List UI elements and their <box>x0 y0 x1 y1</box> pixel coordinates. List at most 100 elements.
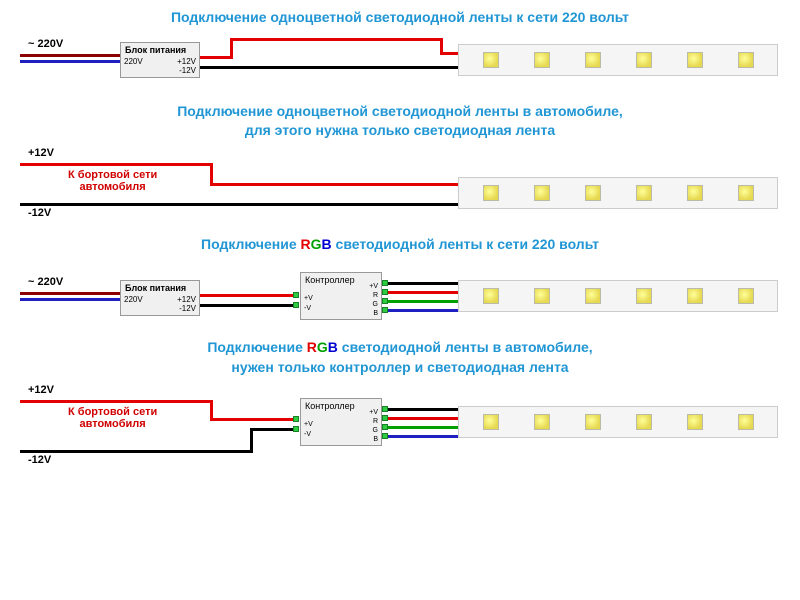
ctrl-out-g-4: G <box>373 427 378 434</box>
t3-g: G <box>311 236 322 252</box>
diagram-3: ~ 220V Блок питания 220V +12V -12V Контр… <box>20 260 780 330</box>
wire-rgb-b-4 <box>388 435 460 438</box>
led-chip <box>585 414 601 430</box>
wire-ac-neutral-3 <box>20 298 120 301</box>
label-plus12: +12V <box>28 147 54 159</box>
controller-4: Контроллер +V -V +V R G B <box>300 398 382 446</box>
psu-out1-3: +12V <box>177 295 196 304</box>
label-220v-3: ~ 220V <box>28 276 63 288</box>
label-plus12-4: +12V <box>28 384 54 396</box>
psu-out-minus: -12V <box>179 66 196 75</box>
led-strip-4 <box>458 406 778 438</box>
wire-dc-plus-3 <box>200 294 295 297</box>
led-chip <box>738 185 754 201</box>
psu-out-plus: +12V <box>177 57 196 66</box>
title-3: Подключение RGB светодиодной ленты к сет… <box>0 227 800 261</box>
wire-plus12-4c <box>210 418 295 421</box>
wire-rgb-v-4 <box>388 408 460 411</box>
wire-rgb-b <box>388 309 460 312</box>
wire-minus12-4b <box>250 428 253 453</box>
t4-suf: светодиодной ленты в автомобиле, <box>338 339 593 355</box>
wire-ac-live <box>20 54 120 57</box>
wire-dc-minus-3 <box>200 304 295 307</box>
term-in-plus <box>293 292 299 298</box>
wire-rgb-r-4 <box>388 417 460 420</box>
term-in-plus-4 <box>293 416 299 422</box>
wire-plus12-car-b <box>210 163 213 185</box>
led-chip <box>687 288 703 304</box>
t3-suf: светодиодной ленты к сети 220 вольт <box>332 236 599 252</box>
psu-title-3: Блок питания <box>125 283 195 293</box>
ctrl-in-plus-4: +V <box>304 421 313 428</box>
t4-b: B <box>328 339 338 355</box>
wire-ac-live-3 <box>20 292 120 295</box>
wire-minus12 <box>200 66 460 69</box>
car-net-l2: автомобиля <box>79 181 145 193</box>
t4-line2: нужен только контроллер и светодиодная л… <box>231 359 568 375</box>
wire-rgb-r <box>388 291 460 294</box>
wire-plus12-4a <box>20 400 210 403</box>
term-in-minus <box>293 302 299 308</box>
ctrl-in-plus: +V <box>304 295 313 302</box>
ctrl-in-minus-4: -V <box>304 431 311 438</box>
t3-b: B <box>322 236 332 252</box>
led-chip <box>585 52 601 68</box>
led-chip <box>483 52 499 68</box>
title-2-line1: Подключение одноцветной светодиодной лен… <box>177 103 623 119</box>
psu-block-3: Блок питания 220V +12V -12V <box>120 280 200 316</box>
wire-plus12-b <box>230 38 233 59</box>
led-chip <box>585 288 601 304</box>
car-net-4-l2: автомобиля <box>79 418 145 430</box>
label-car-net: К бортовой сети автомобиля <box>68 169 157 193</box>
led-chip <box>738 288 754 304</box>
ctrl-out-b-4: B <box>373 436 378 443</box>
wire-rgb-g-4 <box>388 426 460 429</box>
t3-r: R <box>301 236 311 252</box>
car-net-4-l1: К бортовой сети <box>68 406 157 418</box>
led-chip <box>687 414 703 430</box>
wire-rgb-v <box>388 282 460 285</box>
wire-plus12-c <box>230 38 440 41</box>
ctrl-out-r-4: R <box>373 418 378 425</box>
car-net-l1: К бортовой сети <box>68 169 157 181</box>
label-220v: ~ 220V <box>28 38 63 50</box>
label-car-net-4: К бортовой сети автомобиля <box>68 406 157 430</box>
psu-in-3: 220V <box>124 295 143 304</box>
title-2-line2: для этого нужна только светодиодная лент… <box>245 122 555 138</box>
ctrl-out-g: G <box>373 301 378 308</box>
led-chip <box>534 52 550 68</box>
wire-minus12-4a <box>20 450 250 453</box>
led-chip <box>738 52 754 68</box>
led-chip <box>483 185 499 201</box>
t4-pre: Подключение <box>207 339 306 355</box>
wire-rgb-g <box>388 300 460 303</box>
wire-plus12-a <box>200 56 230 59</box>
psu-out2-3: -12V <box>179 304 196 313</box>
led-chip <box>483 414 499 430</box>
psu-in-label: 220V <box>124 57 143 66</box>
wire-plus12-4b <box>210 400 213 420</box>
title-4: Подключение RGB светодиодной ленты в авт… <box>0 330 800 383</box>
t4-g: G <box>317 339 328 355</box>
wire-ac-neutral <box>20 60 120 63</box>
led-strip-1 <box>458 44 778 76</box>
wire-plus12-car-a <box>20 163 210 166</box>
diagram-1: ~ 220V Блок питания 220V +12V -12V <box>20 34 780 94</box>
label-minus12-4: -12V <box>28 454 51 466</box>
led-chip <box>636 414 652 430</box>
led-chip <box>687 185 703 201</box>
controller-3: Контроллер +V -V +V R G B <box>300 272 382 320</box>
title-1: Подключение одноцветной светодиодной лен… <box>0 0 800 34</box>
led-chip <box>636 52 652 68</box>
led-chip <box>636 185 652 201</box>
ctrl-in-minus: -V <box>304 305 311 312</box>
psu-title: Блок питания <box>125 45 195 55</box>
diagram-2: +12V К бортовой сети автомобиля -12V <box>20 147 780 227</box>
led-chip <box>585 185 601 201</box>
led-chip <box>483 288 499 304</box>
ctrl-out-v: +V <box>369 283 378 290</box>
ctrl-out-v-4: +V <box>369 409 378 416</box>
wire-plus12-car-c <box>210 183 460 186</box>
led-strip-2 <box>458 177 778 209</box>
led-chip <box>687 52 703 68</box>
